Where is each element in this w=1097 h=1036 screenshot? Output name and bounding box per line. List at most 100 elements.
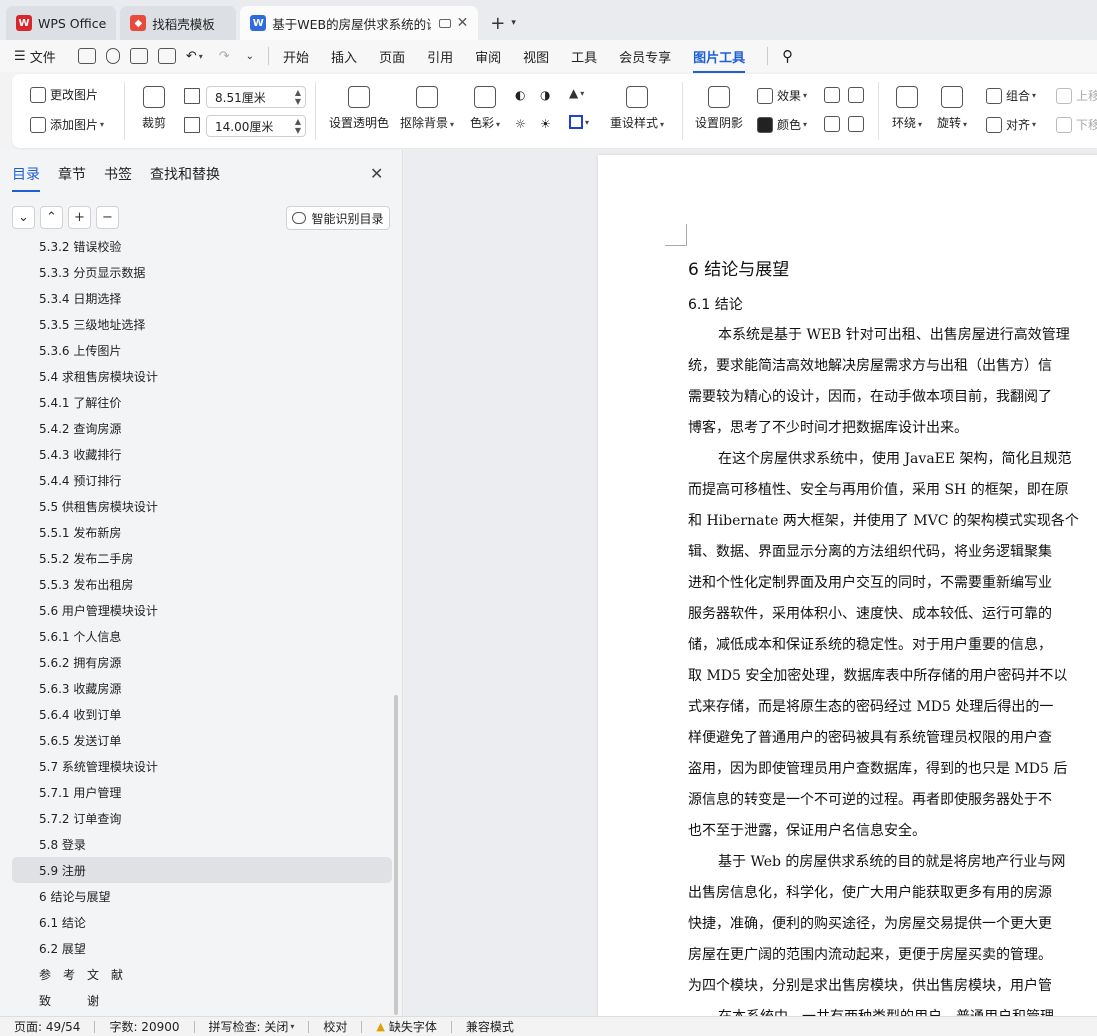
menu-page[interactable]: 页面 xyxy=(379,47,405,66)
page-indicator[interactable]: 页面: 49/54 xyxy=(14,1018,80,1035)
missing-font[interactable]: ▲ 缺失字体 xyxy=(376,1018,436,1035)
remove-bg-button[interactable]: 抠除背景 ▾ xyxy=(400,86,454,131)
tab-chapters[interactable]: 章节 xyxy=(58,164,86,184)
toc-item[interactable]: 5.3.5 三级地址选择 xyxy=(12,311,392,337)
add-icon[interactable]: + xyxy=(68,206,91,229)
toc-item[interactable]: 5.4.4 预订排行 xyxy=(12,467,392,493)
outline-color-icon[interactable]: ▾ xyxy=(569,115,589,129)
tab-find-replace[interactable]: 查找和替换 xyxy=(150,164,220,184)
toc-item[interactable]: 5.7.2 订单查询 xyxy=(12,805,392,831)
toc-item[interactable]: 5.5.1 发布新房 xyxy=(12,519,392,545)
menu-review[interactable]: 审阅 xyxy=(475,47,501,66)
chevron-down-icon[interactable]: ▾ xyxy=(511,18,516,28)
expand-down-icon[interactable]: ⌄ xyxy=(12,206,35,229)
rotate-button[interactable]: 旋转 ▾ xyxy=(937,86,967,131)
toc-item[interactable]: 参 考 文 献 xyxy=(12,961,392,987)
effect-button[interactable]: 效果 ▾ xyxy=(757,87,807,104)
toc-item[interactable]: 5.6.4 收到订单 xyxy=(12,701,392,727)
change-image-button[interactable]: 更改图片 xyxy=(30,86,98,103)
toc-item[interactable]: 6.2 展望 xyxy=(12,935,392,961)
tab-toc[interactable]: 目录 xyxy=(12,164,40,192)
toc-item[interactable]: 5.6.1 个人信息 xyxy=(12,623,392,649)
tab-document[interactable]: W 基于WEB的房屋供求系统的设 ✕ xyxy=(240,6,479,40)
set-shadow-button[interactable]: 设置阴影 xyxy=(695,86,743,131)
toc-item[interactable]: 5.6 用户管理模块设计 xyxy=(12,597,392,623)
share-icon[interactable] xyxy=(105,48,120,64)
quick-access-dropdown-icon[interactable]: ⌄ xyxy=(246,51,254,62)
toc-item[interactable]: 5.9 注册 xyxy=(12,857,392,883)
menu-file[interactable]: ☰ 文件 xyxy=(14,47,56,66)
toc-item[interactable]: 5.3.6 上传图片 xyxy=(12,337,392,363)
toc-item[interactable]: 5.4 求租售房模块设计 xyxy=(12,363,392,389)
toc-item[interactable]: 5.5.3 发布出租房 xyxy=(12,571,392,597)
tab-bookmarks[interactable]: 书签 xyxy=(104,164,132,184)
wrap-button[interactable]: 环绕 ▾ xyxy=(892,86,922,131)
color-fill-button[interactable]: 颜色 ▾ xyxy=(757,116,807,133)
spell-check[interactable]: 拼写检查: 关闭 ▾ xyxy=(209,1018,295,1035)
align-button[interactable]: 对齐 ▾ xyxy=(986,116,1036,133)
move-up-button[interactable]: 上移 xyxy=(1056,87,1097,104)
undo-icon[interactable]: ↶ ▾ xyxy=(186,49,203,64)
close-icon[interactable]: ✕ xyxy=(457,15,469,31)
menu-insert[interactable]: 插入 xyxy=(331,47,357,66)
move-down-button[interactable]: 下移 xyxy=(1056,116,1097,133)
remove-icon[interactable]: − xyxy=(96,206,119,229)
toc-item[interactable]: 5.4.3 收藏排行 xyxy=(12,441,392,467)
toc-item[interactable]: 5.8 登录 xyxy=(12,831,392,857)
menu-reference[interactable]: 引用 xyxy=(427,47,453,66)
add-image-button[interactable]: 添加图片 ▾ xyxy=(30,116,104,133)
toc-item[interactable]: 致 谢 xyxy=(12,987,392,1010)
new-tab-button[interactable]: + ▾ xyxy=(482,6,524,40)
proofread[interactable]: 校对 xyxy=(323,1018,347,1035)
align-right-icon[interactable] xyxy=(848,116,868,132)
menu-member[interactable]: 会员专享 xyxy=(619,47,671,66)
toc-item[interactable]: 5.3.3 分页显示数据 xyxy=(12,259,392,285)
spinner-arrows-icon[interactable]: ▲ ▼ xyxy=(295,88,301,106)
print-preview-icon[interactable] xyxy=(157,48,176,64)
document-page[interactable]: 6 结论与展望 6.1 结论 本系统是基于 WEB 针对可出租、出售房屋进行高效… xyxy=(598,155,1097,1016)
send-backward-icon[interactable] xyxy=(848,87,868,103)
toc-item[interactable]: 5.5.2 发布二手房 xyxy=(12,545,392,571)
bring-forward-icon[interactable] xyxy=(824,87,844,103)
toc-item[interactable]: 5.4.2 查询房源 xyxy=(12,415,392,441)
toc-item[interactable]: 6 结论与展望 xyxy=(12,883,392,909)
brightness-icon[interactable]: ☼ xyxy=(515,117,526,131)
tab-wps-office[interactable]: W WPS Office xyxy=(6,6,117,40)
height-input[interactable]: 14.00厘米 ▲ ▼ xyxy=(206,115,306,137)
menu-view[interactable]: 视图 xyxy=(523,47,549,66)
toc-item[interactable]: 5.7.1 用户管理 xyxy=(12,779,392,805)
menu-picture-tools[interactable]: 图片工具 xyxy=(693,47,746,73)
collapse-up-icon[interactable]: ⌃ xyxy=(40,206,63,229)
search-icon[interactable]: ⚲ xyxy=(782,47,793,65)
brightness-up-icon[interactable]: ◐ xyxy=(515,88,525,102)
color-button[interactable]: 色彩 ▾ xyxy=(470,86,500,131)
width-input[interactable]: 8.51厘米 ▲ ▼ xyxy=(206,86,306,108)
toc-item[interactable]: 5.5 供租售房模块设计 xyxy=(12,493,392,519)
crop-button[interactable]: 裁剪 xyxy=(142,86,166,131)
save-icon[interactable] xyxy=(77,48,96,64)
align-left-icon[interactable] xyxy=(824,116,844,132)
word-count[interactable]: 字数: 20900 xyxy=(109,1018,179,1035)
redo-icon[interactable]: ↷ xyxy=(219,49,230,64)
monitor-icon[interactable] xyxy=(438,18,451,28)
toc-item[interactable]: 5.3.4 日期选择 xyxy=(12,285,392,311)
toc-item[interactable]: 5.4.1 了解往价 xyxy=(12,389,392,415)
tab-docer-templates[interactable]: ◆ 找稻壳模板 xyxy=(120,6,237,40)
print-icon[interactable] xyxy=(129,48,148,64)
set-transparent-button[interactable]: 设置透明色 xyxy=(329,86,389,131)
smart-toc-button[interactable]: 智能识别目录 xyxy=(286,206,390,230)
toc-item[interactable]: 5.3.2 错误校验 xyxy=(12,238,392,259)
fill-color-icon[interactable]: ▲ ▾ xyxy=(569,86,584,100)
brightness-down-icon[interactable]: ☀ xyxy=(540,117,551,131)
toc-item[interactable]: 5.6.3 收藏房源 xyxy=(12,675,392,701)
toc-item[interactable]: 5.6.2 拥有房源 xyxy=(12,649,392,675)
group-button[interactable]: 组合 ▾ xyxy=(986,87,1036,104)
reset-style-button[interactable]: 重设样式 ▾ xyxy=(610,86,664,131)
toc-item[interactable]: 5.7 系统管理模块设计 xyxy=(12,753,392,779)
scrollbar[interactable] xyxy=(394,695,398,1015)
contrast-icon[interactable]: ◑ xyxy=(540,88,550,102)
close-icon[interactable]: ✕ xyxy=(370,164,383,183)
menu-home[interactable]: 开始 xyxy=(283,47,309,66)
spinner-arrows-icon[interactable]: ▲ ▼ xyxy=(295,117,301,135)
toc-item[interactable]: 6.1 结论 xyxy=(12,909,392,935)
